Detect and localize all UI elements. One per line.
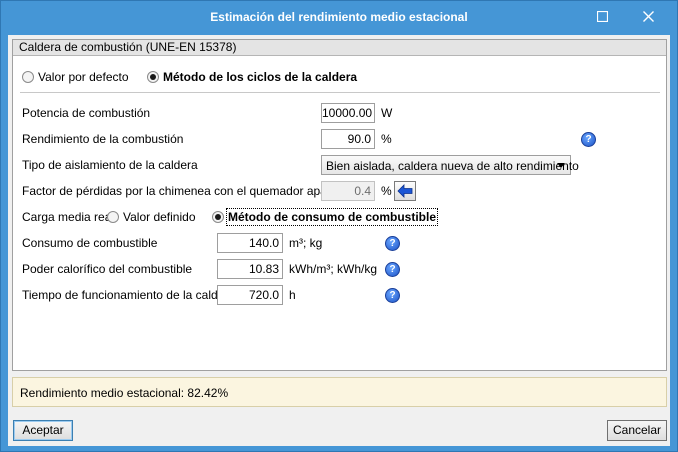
help-icon[interactable]: ?: [385, 262, 400, 277]
help-icon[interactable]: ?: [385, 236, 400, 251]
radio-label: Valor por defecto: [38, 70, 129, 84]
radio-circle[interactable]: [107, 211, 119, 223]
close-button[interactable]: [628, 1, 668, 31]
result-panel: Rendimiento medio estacional: 82.42%: [12, 377, 667, 407]
operating-time-label: Tiempo de funcionamiento de la caldera: [22, 288, 236, 302]
fuel-consumption-unit: m³; kg: [289, 236, 323, 250]
close-icon: [642, 10, 654, 22]
insulation-selected: Bien aislada, caldera nueva de alto rend…: [326, 159, 579, 173]
radio-circle[interactable]: [22, 71, 34, 83]
seasonal-efficiency-result: Rendimiento medio estacional: 82.42%: [20, 386, 229, 400]
title-bar[interactable]: Estimación del rendimiento medio estacio…: [1, 1, 677, 35]
boiler-group: Caldera de combustión (UNE-EN 15378) Val…: [12, 39, 667, 371]
chimney-loss-label: Factor de pérdidas por la chimenea con e…: [22, 184, 354, 198]
operating-time-input[interactable]: 720.0: [217, 285, 283, 305]
maximize-icon: [596, 10, 608, 22]
operating-time-unit: h: [289, 288, 296, 302]
apply-value-button[interactable]: [394, 181, 416, 201]
fuel-consumption-label: Consumo de combustible: [22, 236, 158, 250]
group-header: Caldera de combustión (UNE-EN 15378): [13, 40, 666, 56]
chimney-loss-input: 0.4: [321, 181, 375, 201]
radio-circle[interactable]: [147, 71, 159, 83]
radio-label: Valor definido: [123, 210, 196, 224]
dialog-window: Estimación del rendimiento medio estacio…: [0, 0, 678, 452]
accept-button[interactable]: Aceptar: [13, 420, 73, 441]
help-icon[interactable]: ?: [581, 132, 596, 147]
radio-default-value[interactable]: Valor por defecto: [22, 67, 129, 87]
fuel-consumption-input[interactable]: 140.0: [217, 233, 283, 253]
radio-defined-value[interactable]: Valor definido: [107, 207, 196, 227]
power-unit: W: [381, 106, 393, 120]
power-input[interactable]: 10000.00: [321, 103, 375, 123]
cancel-button[interactable]: Cancelar: [607, 420, 667, 441]
arrow-left-icon: [397, 184, 413, 198]
efficiency-input[interactable]: 90.0: [321, 129, 375, 149]
insulation-label: Tipo de aislamiento de la caldera: [22, 158, 198, 172]
efficiency-label: Rendimiento de la combustión: [22, 132, 184, 146]
radio-cycles-method[interactable]: Método de los ciclos de la caldera: [147, 67, 357, 87]
help-icon[interactable]: ?: [385, 288, 400, 303]
chimney-loss-unit: %: [381, 184, 392, 198]
power-label: Potencia de combustión: [22, 106, 151, 120]
calorific-value-unit: kWh/m³; kWh/kg: [289, 262, 378, 276]
chevron-down-icon: [557, 163, 565, 168]
radio-circle[interactable]: [212, 211, 224, 223]
dialog-body: Caldera de combustión (UNE-EN 15378) Val…: [8, 35, 670, 446]
radio-label: Método de consumo de combustible: [225, 208, 439, 226]
load-label: Carga media real: [22, 210, 115, 224]
maximize-button[interactable]: [582, 1, 622, 31]
calorific-value-label: Poder calorífico del combustible: [22, 262, 193, 276]
insulation-select[interactable]: Bien aislada, caldera nueva de alto rend…: [321, 155, 579, 175]
efficiency-unit: %: [381, 132, 392, 146]
separator: [20, 92, 660, 93]
window-title: Estimación del rendimiento medio estacio…: [210, 10, 468, 24]
calorific-value-input[interactable]: 10.83: [217, 259, 283, 279]
radio-fuel-consumption-method[interactable]: Método de consumo de combustible: [212, 207, 439, 227]
radio-label: Método de los ciclos de la caldera: [163, 70, 358, 84]
